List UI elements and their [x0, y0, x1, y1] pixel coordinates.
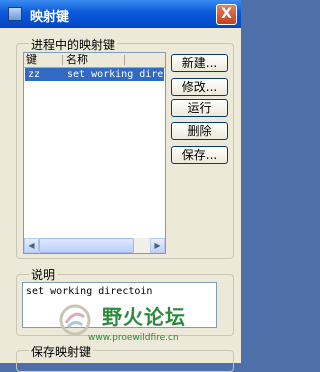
scrollbar-thumb[interactable]	[39, 238, 134, 253]
run-button[interactable]: 运行	[171, 99, 228, 117]
description-text: set working directoin	[26, 286, 153, 297]
scroll-right-arrow-icon[interactable]: ▶	[150, 238, 165, 253]
horizontal-scrollbar[interactable]: ◀ ▶	[24, 238, 165, 253]
list-item-name: set working dire	[67, 69, 164, 80]
title-bar[interactable]: 映射键 X	[0, 0, 241, 28]
mapkeys-group-label: 进程中的映射键	[29, 36, 118, 53]
list-header: 键 名称	[24, 53, 165, 68]
new-button[interactable]: 新建...	[171, 54, 228, 72]
close-button[interactable]: X	[216, 4, 237, 25]
scroll-left-arrow-icon[interactable]: ◀	[24, 238, 39, 253]
mapkeys-dialog: 映射键 X 进程中的映射键 键 名称 zz set working dire ◀…	[0, 0, 241, 372]
save-button[interactable]: 保存...	[171, 146, 228, 164]
watermark: 野火论坛 www.proewildfire.cn	[58, 301, 238, 349]
description-label: 说明	[29, 266, 58, 283]
column-header-name[interactable]: 名称	[66, 53, 88, 67]
column-divider[interactable]	[62, 55, 63, 65]
watermark-logo-icon	[59, 304, 91, 336]
column-header-key[interactable]: 键	[26, 53, 37, 67]
watermark-url: www.proewildfire.cn	[88, 333, 179, 343]
list-item-key: zz	[28, 69, 41, 80]
modify-button[interactable]: 修改...	[171, 78, 228, 96]
list-item[interactable]: zz set working dire	[25, 68, 164, 81]
watermark-text: 野火论坛	[102, 305, 186, 329]
delete-button[interactable]: 删除	[171, 122, 228, 140]
mapkey-list[interactable]: 键 名称 zz set working dire ◀ ▶	[23, 52, 166, 254]
window-icon	[8, 7, 22, 21]
window-title: 映射键	[30, 10, 70, 25]
column-divider[interactable]	[124, 55, 125, 65]
